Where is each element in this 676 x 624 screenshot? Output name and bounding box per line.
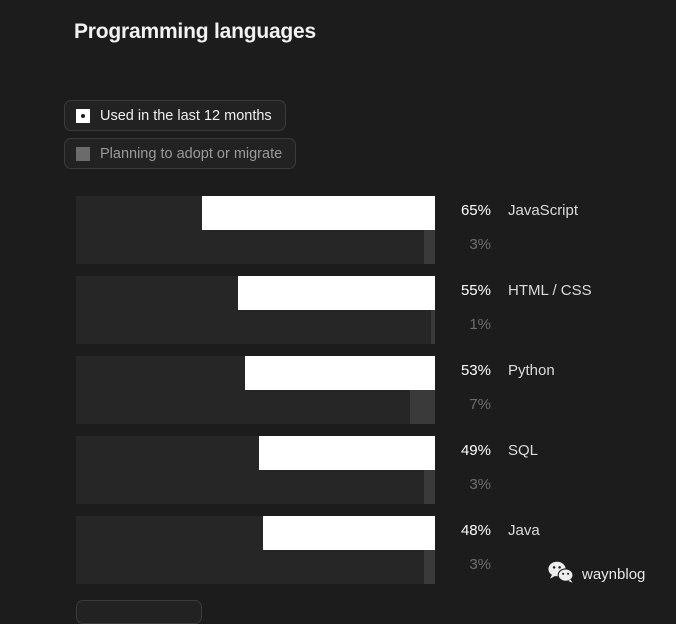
- watermark-label: waynblog: [582, 566, 645, 583]
- bar-group: 53% 7% Python: [0, 356, 676, 436]
- bar-track: [76, 276, 435, 344]
- bar-secondary[interactable]: [431, 310, 435, 344]
- bar-category-label: JavaScript: [508, 202, 578, 219]
- bar-track: [76, 516, 435, 584]
- bar-track: [76, 356, 435, 424]
- page-title: Programming languages: [74, 20, 316, 44]
- legend-item-used[interactable]: Used in the last 12 months: [64, 100, 286, 131]
- filled-dot-square-icon: [76, 109, 90, 123]
- wechat-icon: [548, 561, 574, 588]
- legend-item-partial-cutoff[interactable]: [76, 600, 202, 624]
- bar-value-primary: 48%: [443, 522, 491, 539]
- bar-value-primary: 55%: [443, 282, 491, 299]
- bar-group: 65% 3% JavaScript: [0, 196, 676, 276]
- legend-item-planning[interactable]: Planning to adopt or migrate: [64, 138, 296, 169]
- bar-category-label: Python: [508, 362, 555, 379]
- legend-item-label: Planning to adopt or migrate: [100, 146, 282, 162]
- bar-secondary[interactable]: [424, 470, 435, 504]
- bar-secondary[interactable]: [424, 550, 435, 584]
- bar-category-label: SQL: [508, 442, 538, 459]
- bar-value-secondary: 1%: [443, 316, 491, 333]
- gray-square-icon: [76, 147, 90, 161]
- bar-primary[interactable]: [202, 196, 435, 230]
- bar-secondary[interactable]: [424, 230, 435, 264]
- watermark: waynblog: [548, 561, 645, 588]
- bar-category-label: Java: [508, 522, 540, 539]
- bar-primary[interactable]: [238, 276, 435, 310]
- legend-item-label: Used in the last 12 months: [100, 108, 272, 124]
- bar-track: [76, 436, 435, 504]
- bar-group: 55% 1% HTML / CSS: [0, 276, 676, 356]
- bar-track: [76, 196, 435, 264]
- bar-value-primary: 49%: [443, 442, 491, 459]
- bar-value-primary: 53%: [443, 362, 491, 379]
- bar-primary[interactable]: [259, 436, 435, 470]
- bar-group: 49% 3% SQL: [0, 436, 676, 516]
- legend-row: Planning to adopt or migrate: [64, 138, 296, 176]
- bar-value-secondary: 3%: [443, 476, 491, 493]
- bar-chart-rows: 65% 3% JavaScript 55% 1% HTML / CSS 53% …: [0, 196, 676, 596]
- bar-value-secondary: 3%: [443, 556, 491, 573]
- bar-value-secondary: 3%: [443, 236, 491, 253]
- bar-category-label: HTML / CSS: [508, 282, 592, 299]
- legend-row: Used in the last 12 months: [64, 100, 296, 138]
- bar-primary[interactable]: [263, 516, 435, 550]
- chart-legend: Used in the last 12 months Planning to a…: [64, 100, 296, 176]
- bar-value-primary: 65%: [443, 202, 491, 219]
- bar-primary[interactable]: [245, 356, 435, 390]
- bar-secondary[interactable]: [410, 390, 435, 424]
- bar-value-secondary: 7%: [443, 396, 491, 413]
